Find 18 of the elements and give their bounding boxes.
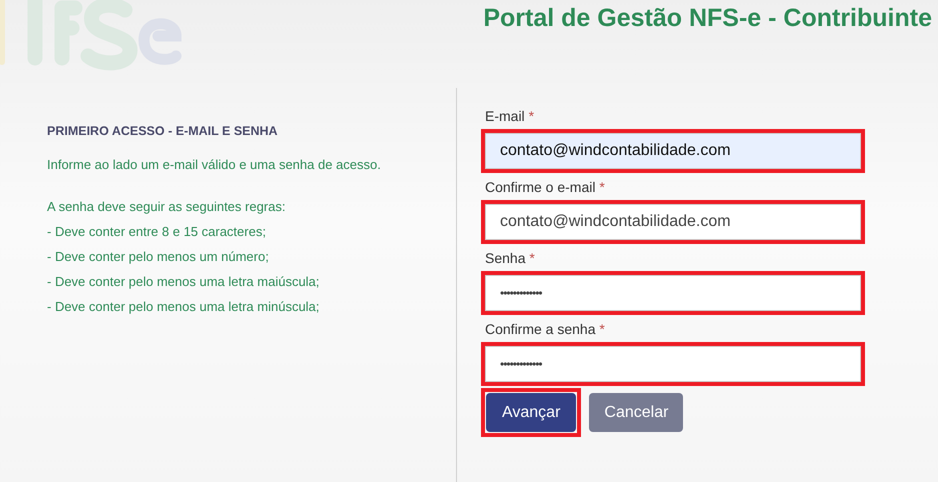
field-label: Senha *: [485, 250, 536, 266]
input-field[interactable]: contato@windcontabilidade.com: [485, 204, 861, 240]
rule-text: - Deve conter pelo menos um número;: [47, 248, 270, 266]
field-label: Confirme o e-mail *: [485, 179, 606, 195]
page-title: Portal de Gestão NFS-e - Contribuinte: [483, 4, 932, 33]
input-field[interactable]: contato@windcontabilidade.com: [485, 133, 861, 169]
intro-text: Informe ao lado um e-mail válido e uma senha de acesso.: [47, 157, 382, 172]
cancel-button[interactable]: Cancelar: [589, 393, 684, 432]
field-label: Confirme a senha *: [485, 321, 606, 337]
rule-text: - Deve conter pelo menos uma letra maiúscula;: [47, 273, 320, 291]
next-button[interactable]: Avançar: [486, 393, 576, 432]
field-label: E-mail *: [485, 108, 536, 124]
rules-title: A senha deve seguir as seguintes regras:: [47, 198, 286, 216]
input-field[interactable]: •••••••••••••: [485, 275, 861, 311]
section-heading: PRIMEIRO ACESSO - E-MAIL E SENHA: [47, 124, 279, 138]
input-field[interactable]: •••••••••••••: [485, 346, 861, 382]
rule-text: - Deve conter entre 8 e 15 caracteres;: [47, 223, 267, 241]
rule-text: - Deve conter pelo menos uma letra minúscula;: [47, 298, 320, 316]
